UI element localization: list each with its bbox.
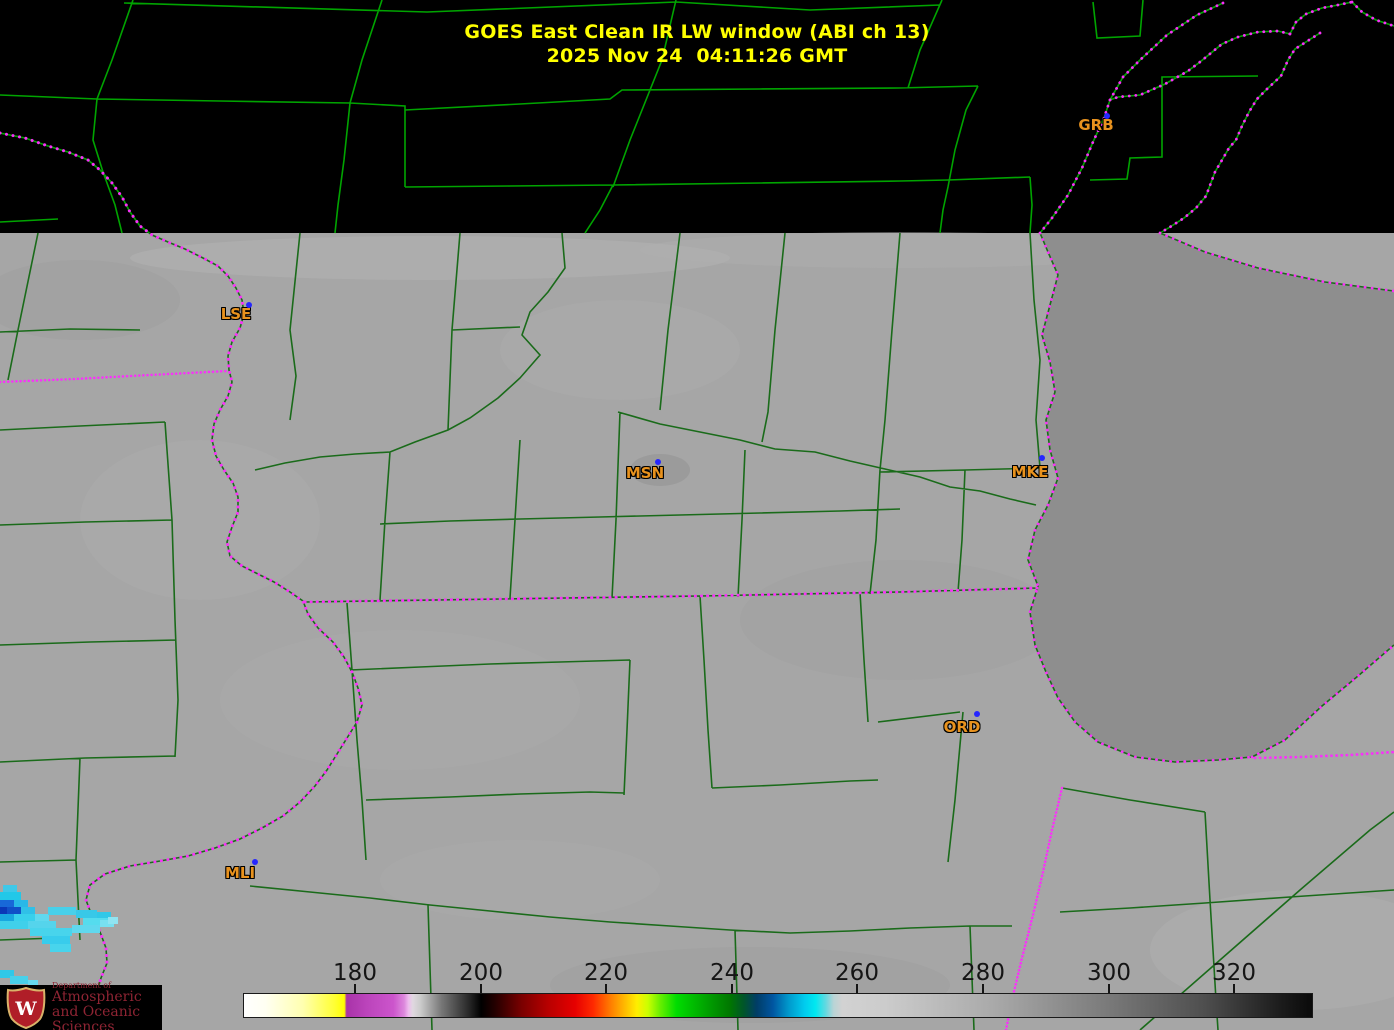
uw-crest-icon: W (6, 987, 46, 1029)
aos-logo-text: Department of Atmospheric and Oceanic Sc… (52, 981, 162, 1030)
colorbar-tick-label: 300 (1069, 960, 1149, 986)
lake-michigan (1028, 233, 1394, 762)
colorbar-tick-label: 220 (566, 960, 646, 986)
station-label-ord: ORD (927, 719, 997, 736)
station-dot-msn (655, 459, 661, 465)
cold-cloud-pixel (7, 907, 21, 914)
colorbar-tick-mark (1108, 984, 1110, 993)
colorbar-tick-mark (354, 984, 356, 993)
aos-logo: W Department of Atmospheric and Oceanic … (0, 985, 162, 1030)
cold-cloud-pixel (14, 900, 28, 907)
logo-line-2: and Oceanic Sciences (52, 1005, 162, 1030)
cold-cloud-pixel (108, 917, 118, 924)
cold-cloud-pixel (0, 907, 7, 914)
colorbar-tick-mark (605, 984, 607, 993)
cold-cloud-pixel (14, 914, 35, 921)
station-label-mke: MKE (995, 464, 1065, 481)
station-label-mli: MLI (205, 865, 275, 882)
colorbar-tick-mark (856, 984, 858, 993)
colorbar-tick-label: 240 (692, 960, 772, 986)
colorbar-tick-label: 180 (315, 960, 395, 986)
cold-cloud-pixel (21, 907, 35, 914)
temperature-colorbar (243, 993, 1313, 1018)
station-label-grb: GRB (1061, 117, 1131, 134)
cold-cloud-pixel (0, 892, 21, 900)
colorbar-tick-mark (731, 984, 733, 993)
station-dot-mke (1039, 455, 1045, 461)
colorbar-tick-label: 200 (441, 960, 521, 986)
crest-letter: W (14, 998, 37, 1020)
cold-cloud-pixel (30, 928, 72, 936)
station-dot-mli (252, 859, 258, 865)
colorbar-tick-mark (982, 984, 984, 993)
cold-cloud-pixel (0, 921, 28, 929)
cloud-texture (220, 630, 580, 770)
colorbar-tick-label: 260 (817, 960, 897, 986)
cold-cloud-pixel (48, 907, 76, 915)
station-dot-grb (1104, 113, 1110, 119)
station-label-lse: LSE (201, 306, 271, 323)
cold-cloud-pixel (72, 925, 100, 933)
goes-satellite-image: GOES East Clean IR LW window (ABI ch 13)… (0, 0, 1394, 1030)
colorbar-tick-mark (1233, 984, 1235, 993)
colorbar-tick-label: 320 (1194, 960, 1274, 986)
cloud-texture (380, 840, 660, 920)
space-region (0, 0, 1394, 233)
cold-cloud-pixel (3, 885, 17, 893)
cold-cloud-pixel (35, 914, 49, 921)
cloud-texture (130, 236, 730, 280)
cold-cloud-pixel (76, 910, 97, 918)
station-label-msn: MSN (610, 465, 680, 482)
cold-cloud-pixel (50, 944, 71, 952)
colorbar-tick-mark (480, 984, 482, 993)
cold-cloud-pixel (10, 976, 28, 984)
logo-line-1: Atmospheric (52, 990, 162, 1005)
station-dot-ord (974, 711, 980, 717)
cloud-texture (740, 560, 1060, 680)
cold-cloud-pixel (42, 936, 70, 944)
colorbar-tick-label: 280 (943, 960, 1023, 986)
cold-cloud-pixel (0, 900, 14, 907)
station-dot-lse (246, 302, 252, 308)
cold-cloud-pixel (0, 914, 14, 921)
cold-cloud-pixel (28, 921, 56, 929)
